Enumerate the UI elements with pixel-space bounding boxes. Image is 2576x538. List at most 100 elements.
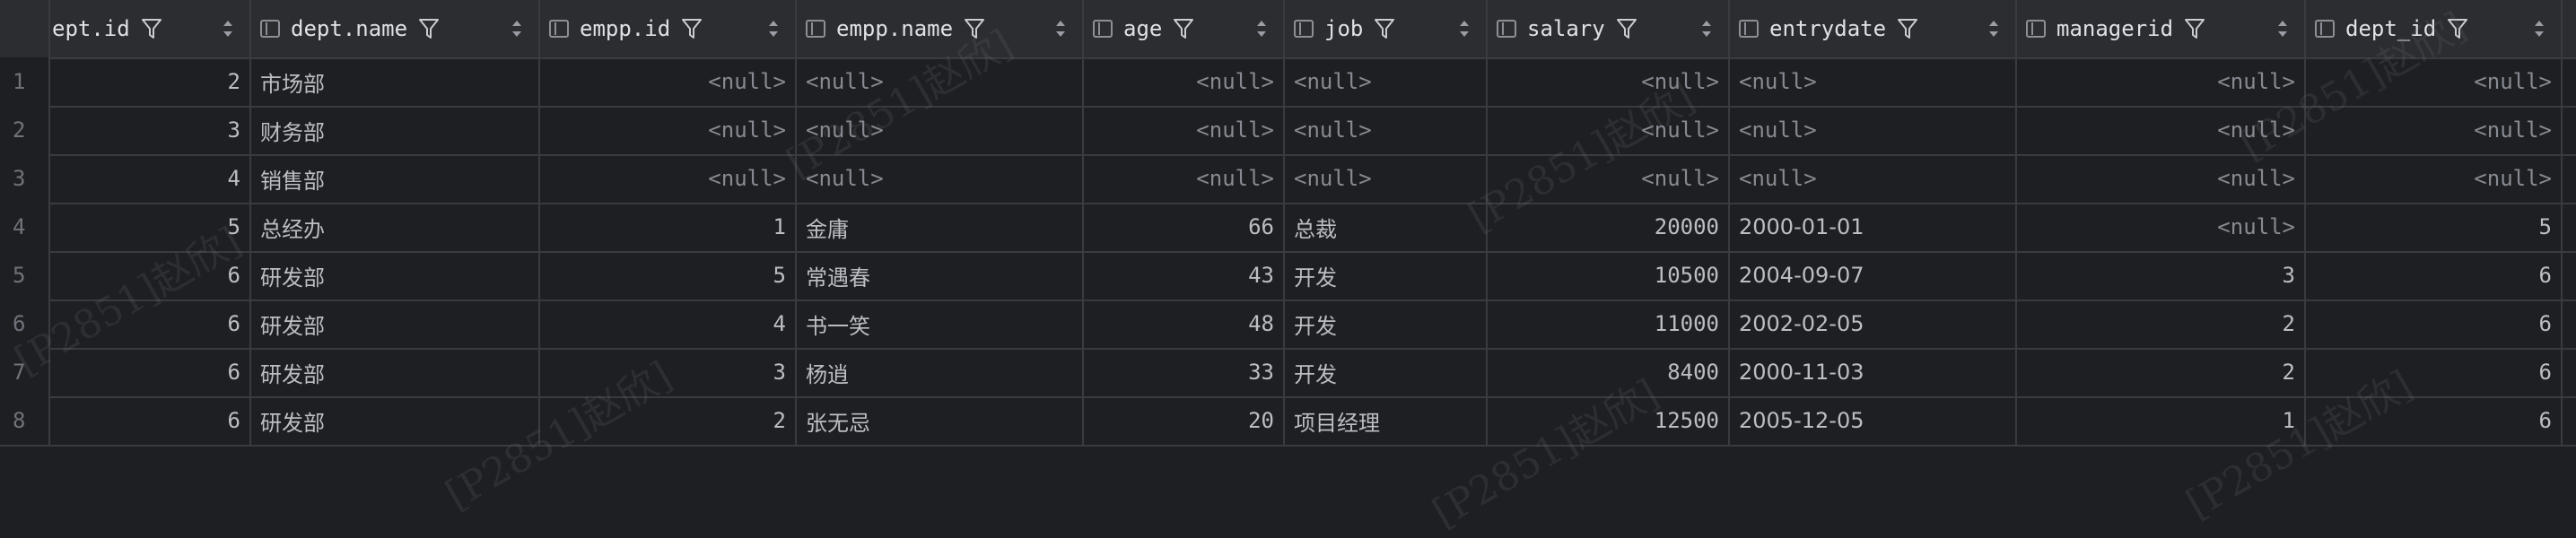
cell-entrydate[interactable]: 2000-11-03 (1730, 348, 2017, 396)
cell-dept-id2[interactable]: <null> (2306, 57, 2563, 106)
cell-managerid[interactable]: <null> (2017, 203, 2306, 251)
row-number[interactable]: 3 (0, 154, 50, 203)
row-number[interactable]: 6 (0, 299, 50, 348)
filter-icon[interactable] (2184, 17, 2205, 40)
cell-job[interactable]: <null> (1285, 106, 1488, 154)
cell-empp-name[interactable]: 常遇春 (797, 251, 1084, 299)
cell-managerid[interactable]: 2 (2017, 348, 2306, 396)
table-row[interactable]: 2 3 财务部 <null> <null> <null> <null> <null> <null… (0, 106, 2576, 156)
cell-job[interactable]: <null> (1285, 154, 1488, 203)
cell-managerid[interactable]: 1 (2017, 396, 2306, 445)
cell-job[interactable]: 开发 (1285, 348, 1488, 396)
cell-empp-name[interactable]: 杨逍 (797, 348, 1084, 396)
cell-age[interactable]: <null> (1084, 57, 1285, 106)
table-row[interactable]: 7 6 研发部 3 杨逍 33 开发 8400 2000-11-03 2 6 (0, 348, 2576, 398)
filter-icon[interactable] (418, 17, 440, 40)
cell-empp-name[interactable]: 书一笑 (797, 299, 1084, 348)
filter-icon[interactable] (1897, 17, 1918, 40)
cell-managerid[interactable]: <null> (2017, 106, 2306, 154)
column-header-dept-name[interactable]: dept.name (251, 0, 540, 57)
cell-dept-id2[interactable]: 6 (2306, 348, 2563, 396)
table-row[interactable]: 6 6 研发部 4 书一笑 48 开发 11000 2002-02-05 2 6 (0, 299, 2576, 350)
row-number[interactable]: 5 (0, 251, 50, 299)
cell-salary[interactable]: 12500 (1488, 396, 1730, 445)
cell-job[interactable]: 项目经理 (1285, 396, 1488, 445)
cell-entrydate[interactable]: 2000-01-01 (1730, 203, 2017, 251)
sort-icon[interactable] (768, 19, 779, 39)
table-row[interactable]: 8 6 研发部 2 张无忌 20 项目经理 12500 2005-12-05 1 6 (0, 396, 2576, 447)
cell-salary[interactable]: <null> (1488, 154, 1730, 203)
cell-salary[interactable]: 10500 (1488, 251, 1730, 299)
cell-managerid[interactable]: <null> (2017, 154, 2306, 203)
cell-dept-id2[interactable]: 6 (2306, 299, 2563, 348)
cell-age[interactable]: 33 (1084, 348, 1285, 396)
sort-icon[interactable] (2534, 19, 2545, 39)
filter-icon[interactable] (964, 17, 985, 40)
cell-dept-name[interactable]: 研发部 (251, 251, 540, 299)
filter-icon[interactable] (1173, 17, 1194, 40)
cell-salary[interactable]: 20000 (1488, 203, 1730, 251)
sort-icon[interactable] (1701, 19, 1712, 39)
cell-managerid[interactable]: 2 (2017, 299, 2306, 348)
sort-icon[interactable] (2277, 19, 2288, 39)
column-header-dept-id[interactable]: ept.id (50, 0, 251, 57)
cell-age[interactable]: 20 (1084, 396, 1285, 445)
cell-dept-id[interactable]: 5 (50, 203, 251, 251)
cell-entrydate[interactable]: 2002-02-05 (1730, 299, 2017, 348)
cell-salary[interactable]: 11000 (1488, 299, 1730, 348)
filter-icon[interactable] (141, 17, 162, 40)
cell-entrydate[interactable]: 2005-12-05 (1730, 396, 2017, 445)
column-header-age[interactable]: age (1084, 0, 1285, 57)
cell-age[interactable]: <null> (1084, 106, 1285, 154)
cell-dept-name[interactable]: 市场部 (251, 57, 540, 106)
cell-salary[interactable]: <null> (1488, 57, 1730, 106)
column-header-job[interactable]: job (1285, 0, 1488, 57)
cell-job[interactable]: 开发 (1285, 251, 1488, 299)
cell-dept-id2[interactable]: 6 (2306, 251, 2563, 299)
cell-dept-id[interactable]: 6 (50, 348, 251, 396)
cell-dept-name[interactable]: 研发部 (251, 299, 540, 348)
column-header-salary[interactable]: salary (1488, 0, 1730, 57)
cell-empp-id[interactable]: 2 (540, 396, 797, 445)
cell-salary[interactable]: 8400 (1488, 348, 1730, 396)
cell-dept-id2[interactable]: <null> (2306, 154, 2563, 203)
cell-empp-id[interactable]: 3 (540, 348, 797, 396)
row-number[interactable]: 8 (0, 396, 50, 445)
row-number[interactable]: 2 (0, 106, 50, 154)
cell-age[interactable]: <null> (1084, 154, 1285, 203)
cell-empp-id[interactable]: 1 (540, 203, 797, 251)
cell-empp-id[interactable]: 5 (540, 251, 797, 299)
cell-dept-id2[interactable]: <null> (2306, 106, 2563, 154)
cell-dept-name[interactable]: 财务部 (251, 106, 540, 154)
cell-empp-name[interactable]: 张无忌 (797, 396, 1084, 445)
column-header-dept-id2[interactable]: dept_id (2306, 0, 2563, 57)
cell-dept-id[interactable]: 6 (50, 396, 251, 445)
cell-dept-id2[interactable]: 5 (2306, 203, 2563, 251)
column-header-empp-id[interactable]: empp.id (540, 0, 797, 57)
cell-dept-name[interactable]: 研发部 (251, 348, 540, 396)
cell-managerid[interactable]: <null> (2017, 57, 2306, 106)
cell-dept-name[interactable]: 销售部 (251, 154, 540, 203)
sort-icon[interactable] (1055, 19, 1066, 39)
filter-icon[interactable] (1374, 17, 1395, 40)
cell-salary[interactable]: <null> (1488, 106, 1730, 154)
table-row[interactable]: 4 5 总经办 1 金庸 66 总裁 20000 2000-01-01 <null> 5 (0, 203, 2576, 253)
cell-empp-name[interactable]: <null> (797, 154, 1084, 203)
cell-job[interactable]: 总裁 (1285, 203, 1488, 251)
cell-managerid[interactable]: 3 (2017, 251, 2306, 299)
sort-icon[interactable] (1256, 19, 1267, 39)
table-row[interactable]: 3 4 销售部 <null> <null> <null> <null> <null> <null… (0, 154, 2576, 204)
cell-age[interactable]: 48 (1084, 299, 1285, 348)
filter-icon[interactable] (1616, 17, 1637, 40)
cell-entrydate[interactable]: <null> (1730, 57, 2017, 106)
cell-entrydate[interactable]: <null> (1730, 154, 2017, 203)
cell-empp-name[interactable]: <null> (797, 106, 1084, 154)
cell-dept-id[interactable]: 6 (50, 299, 251, 348)
cell-job[interactable]: 开发 (1285, 299, 1488, 348)
cell-age[interactable]: 43 (1084, 251, 1285, 299)
cell-empp-id[interactable]: <null> (540, 154, 797, 203)
cell-job[interactable]: <null> (1285, 57, 1488, 106)
row-number[interactable]: 1 (0, 57, 50, 106)
table-row[interactable]: 5 6 研发部 5 常遇春 43 开发 10500 2004-09-07 3 6 (0, 251, 2576, 301)
filter-icon[interactable] (681, 17, 703, 40)
